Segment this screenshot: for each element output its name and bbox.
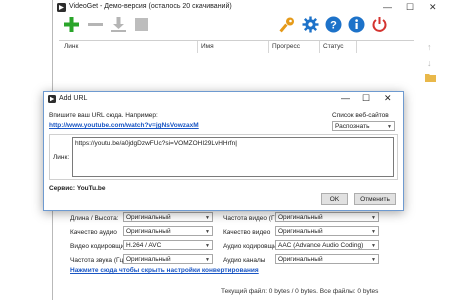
maximize-icon[interactable]: ☐: [406, 2, 414, 13]
link-textarea[interactable]: https://youtu.be/a0jdgDzwFUc?si=VOMZOHI2…: [72, 137, 394, 177]
key-icon[interactable]: [279, 16, 296, 35]
gear-icon[interactable]: [302, 16, 319, 35]
column-divider: [319, 41, 320, 53]
info-icon[interactable]: [348, 16, 365, 35]
add-url-dialog: Add URL — ☐ ✕ Впишите ваш URL сюда. Напр…: [43, 91, 404, 211]
svg-text:?: ?: [330, 20, 337, 32]
cancel-button[interactable]: Отменить: [354, 193, 396, 205]
video-encoder-label: Видео кодировщик: [70, 243, 128, 250]
window-title: VideoGet - Демо-версия (осталось 20 скач…: [69, 3, 232, 10]
audio-frequency-label: Частота звука (Гц): [70, 257, 126, 264]
help-icon[interactable]: ?: [325, 16, 342, 35]
length-height-label: Длина / Высота:: [70, 215, 119, 222]
status-bar-text: Текущий файл: 0 bytes / 0 bytes. Все фай…: [221, 288, 379, 295]
video-quality-label: Качество видео: [223, 229, 271, 236]
move-up-icon[interactable]: ↑: [427, 42, 432, 52]
folder-icon[interactable]: [425, 73, 436, 84]
link-groupbox: Линк: https://youtu.be/a0jdgDzwFUc?si=VO…: [49, 134, 398, 180]
hide-settings-link[interactable]: Нажмите сюда чтобы скрыть настройки конв…: [70, 267, 259, 274]
audio-quality-select[interactable]: Оригинальный ▼: [123, 226, 213, 236]
column-progress[interactable]: Прогресс: [272, 43, 300, 50]
audio-channels-select[interactable]: Оригинальный ▼: [275, 254, 379, 264]
video-frequency-label: Частота видео (Гц): [223, 215, 281, 222]
dialog-app-icon: [48, 95, 56, 103]
column-divider: [268, 41, 269, 53]
add-icon[interactable]: [63, 16, 80, 35]
close-icon[interactable]: ✕: [429, 2, 437, 13]
url-instruction: Впишите ваш URL сюда. Например:: [49, 112, 158, 119]
column-link[interactable]: Линк: [64, 43, 78, 50]
video-frequency-select[interactable]: Оригинальный ▼: [275, 212, 379, 222]
remove-icon[interactable]: [87, 16, 104, 35]
stop-icon[interactable]: [133, 16, 150, 35]
app-logo-icon: [57, 3, 66, 12]
column-name[interactable]: Имя: [201, 43, 214, 50]
audio-channels-label: Аудио каналы: [223, 257, 266, 264]
power-icon[interactable]: [371, 16, 388, 35]
dialog-maximize-icon[interactable]: ☐: [362, 93, 370, 104]
dialog-title: Add URL: [59, 95, 88, 102]
column-divider: [356, 41, 357, 53]
sites-list-label: Список веб-сайтов: [332, 112, 389, 119]
minimize-icon[interactable]: —: [383, 2, 392, 12]
video-quality-select[interactable]: Оригинальный ▼: [275, 226, 379, 236]
main-titlebar: VideoGet - Демо-версия (осталось 20 скач…: [53, 0, 450, 15]
length-height-select[interactable]: Оригинальный ▼: [123, 212, 213, 222]
column-divider: [197, 41, 198, 53]
audio-encoder-label: Аудио кодировщик: [223, 243, 280, 250]
list-header: Линк Имя Прогресс Статус: [59, 40, 414, 54]
ok-button[interactable]: OK: [321, 193, 348, 205]
video-encoder-select[interactable]: H.264 / AVC ▼: [123, 240, 213, 250]
download-list[interactable]: [59, 53, 414, 91]
column-status[interactable]: Статус: [323, 43, 344, 50]
example-url-link[interactable]: http://www.youtube.com/watch?v=jgNsVowza…: [49, 122, 199, 129]
service-label: Сервис: YouTu.be: [49, 185, 106, 192]
move-down-icon[interactable]: ↓: [427, 58, 432, 68]
audio-quality-label: Качество аудио: [70, 229, 117, 236]
audio-frequency-select[interactable]: Оригинальный ▼: [123, 254, 213, 264]
dialog-close-icon[interactable]: ✕: [384, 93, 392, 104]
audio-encoder-select[interactable]: AAC (Advance Audio Coding) ▼: [275, 240, 379, 250]
download-icon[interactable]: [110, 16, 127, 35]
dialog-minimize-icon[interactable]: —: [341, 93, 350, 103]
sites-select[interactable]: Распознать ▼: [332, 121, 395, 131]
link-label: Линк:: [53, 154, 70, 161]
dialog-titlebar: Add URL — ☐ ✕: [44, 92, 403, 106]
